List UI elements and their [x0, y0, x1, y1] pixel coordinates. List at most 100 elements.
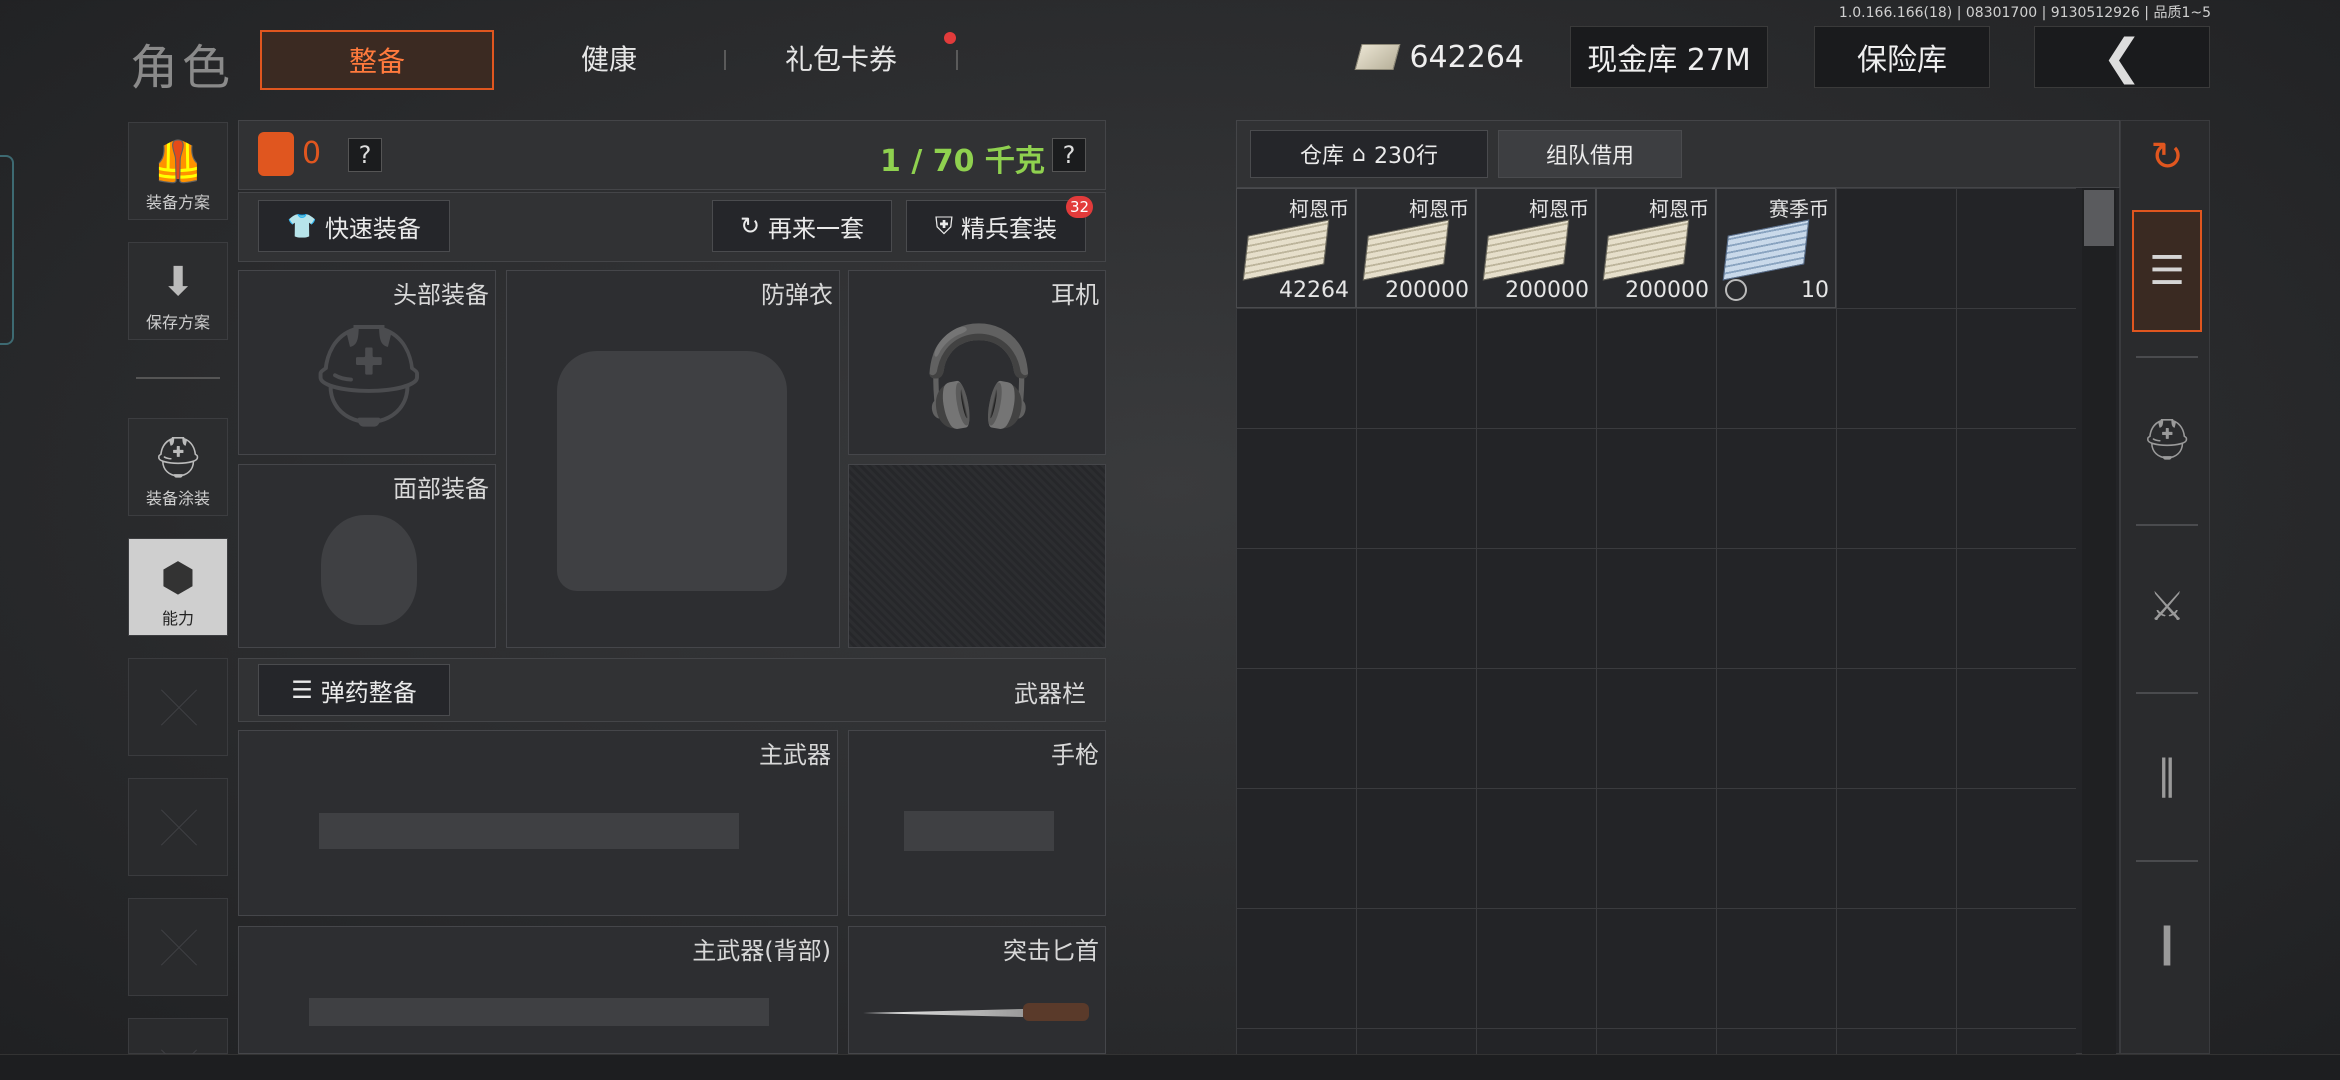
home-icon: ⌂: [1352, 141, 1366, 167]
item-name: 柯恩币: [1649, 197, 1709, 221]
item-count: 42264: [1279, 278, 1349, 303]
back-button[interactable]: ❮: [2034, 26, 2210, 88]
repeat-set-label: 再来一套: [768, 214, 865, 243]
sidebar-empty-slot[interactable]: [128, 778, 228, 876]
slot-primary-weapon[interactable]: 主武器: [238, 730, 838, 916]
ammo-button-label: 弹药整备: [320, 678, 417, 707]
refresh-icon: ↻: [739, 212, 761, 240]
shirt-icon: 👕: [287, 212, 317, 240]
warehouse-item[interactable]: 柯恩币 200000: [1596, 188, 1716, 308]
ammo-list-icon: ☰: [291, 676, 313, 704]
version-text: 1.0.166.166(18) | 08301700 | 9130512926 …: [1838, 5, 2211, 21]
item-count: 200000: [1385, 278, 1469, 303]
tab-divider: [956, 50, 958, 70]
cash-icon: [1354, 44, 1401, 70]
warehouse-item[interactable]: 柯恩币 200000: [1356, 188, 1476, 308]
sidebar-empty-slot[interactable]: [128, 1018, 228, 1054]
slot-label: 面部装备: [393, 475, 489, 503]
item-count: 200000: [1505, 278, 1589, 303]
tab-equip[interactable]: 整备: [260, 30, 494, 90]
warehouse-item[interactable]: 柯恩币 42264: [1236, 188, 1356, 308]
cash-stack-icon: [1482, 219, 1570, 281]
slot-label: 耳机: [1051, 281, 1099, 309]
slot-pistol[interactable]: 手枪: [848, 730, 1106, 916]
rail-divider: [2136, 356, 2198, 358]
weight-readout: 1 / 70 千克: [880, 144, 1045, 179]
tab-health[interactable]: 健康: [494, 30, 724, 90]
sidebar-item-skins[interactable]: ⛑ 装备涂装: [128, 418, 228, 516]
sidebar-item-loadout[interactable]: 🦺 装备方案: [128, 122, 228, 220]
sidebar-divider: [136, 377, 220, 379]
sort-stack-icon[interactable]: ↻: [2132, 96, 2202, 218]
cash-stack-icon: [1602, 219, 1690, 281]
warehouse-item[interactable]: 柯恩币 200000: [1476, 188, 1596, 308]
ammo-filter-icon[interactable]: ❙: [2132, 882, 2202, 1004]
cash-vault-button[interactable]: 现金库 27M: [1570, 26, 1768, 88]
tab-gift-coupons[interactable]: 礼包卡券: [726, 30, 956, 90]
rifle-silhouette-icon: [319, 771, 739, 891]
warehouse-scroll-thumb[interactable]: [2084, 190, 2114, 246]
sidebar-empty-slot[interactable]: [128, 898, 228, 996]
team-borrow-tab[interactable]: 组队借用: [1498, 130, 1682, 178]
slot-label: 突击匕首: [1003, 937, 1099, 965]
armor-filter-icon[interactable]: ⛑: [2132, 378, 2202, 500]
repeat-set-button[interactable]: ↻ 再来一套: [712, 200, 892, 252]
slot-primary-back[interactable]: 主武器(背部): [238, 926, 838, 1054]
warehouse-item[interactable]: 赛季币 10: [1716, 188, 1836, 308]
armor-count: 0: [302, 136, 322, 171]
item-count: 200000: [1625, 278, 1709, 303]
rifle-filter-icon[interactable]: ⚔: [2132, 546, 2202, 668]
rifle-back-silhouette-icon: [309, 977, 769, 1047]
rail-divider: [2136, 524, 2198, 526]
item-count: 10: [1801, 278, 1829, 303]
lightning-hexagon-icon: ⬢: [160, 555, 196, 601]
slot-headset[interactable]: 🎧 耳机: [848, 270, 1106, 455]
sidebar-item-label: 保存方案: [145, 313, 210, 332]
warehouse-label: 仓库: [1300, 144, 1345, 169]
left-edge-tab[interactable]: [0, 155, 14, 345]
slot-label: 头部装备: [393, 281, 489, 309]
chevron-left-icon: ❮: [2101, 29, 2143, 85]
sidebar-item-label: 装备方案: [145, 193, 210, 212]
ammo-button[interactable]: ☰ 弹药整备: [258, 664, 450, 716]
weight-help-button[interactable]: ?: [1052, 138, 1086, 172]
slot-label: 主武器(背部): [692, 937, 831, 965]
season-badge-icon: [1725, 279, 1747, 301]
gasmask-silhouette-icon: [299, 505, 439, 635]
weapon-bar-label: 武器栏: [1014, 680, 1086, 708]
cash-vault-label: 现金库 27M: [1587, 43, 1751, 78]
download-icon: ⬇: [161, 259, 195, 305]
sidebar-empty-slot[interactable]: [128, 658, 228, 756]
slot-knife[interactable]: 突击匕首: [848, 926, 1106, 1054]
warehouse-grid[interactable]: [1236, 188, 2076, 1054]
help-button[interactable]: ?: [348, 138, 382, 172]
currency-display: 642264: [1354, 26, 1524, 88]
layers-icon[interactable]: ☰: [2132, 210, 2202, 332]
season-coin-stack-icon: [1722, 219, 1810, 281]
slot-face[interactable]: 面部装备: [238, 464, 496, 648]
warehouse-tab[interactable]: 仓库 ⌂ 230行: [1250, 130, 1488, 178]
quick-equip-label: 快速装备: [324, 214, 421, 243]
safe-button[interactable]: 保险库: [1814, 26, 1990, 88]
elite-set-button[interactable]: ⛨ 精兵套装: [906, 200, 1086, 252]
quick-equip-button[interactable]: 👕 快速装备: [258, 200, 450, 252]
slot-head[interactable]: ⛑ 头部装备: [238, 270, 496, 455]
slot-locked: [848, 464, 1106, 648]
sidebar-item-save[interactable]: ⬇ 保存方案: [128, 242, 228, 340]
elite-set-label: 精兵套装: [961, 214, 1057, 243]
warehouse-scrollbar[interactable]: [2082, 188, 2116, 1054]
page-title: 角色: [130, 40, 235, 96]
sidebar-item-ability[interactable]: ⬢ 能力: [128, 538, 228, 636]
cash-stack-icon: [1362, 219, 1450, 281]
slot-label: 防弹衣: [761, 281, 833, 309]
item-name: 柯恩币: [1529, 197, 1589, 221]
bottom-strip: [0, 1054, 2340, 1080]
rail-divider: [2136, 692, 2198, 694]
magazine-filter-icon[interactable]: ‖: [2132, 714, 2202, 836]
slot-label: 手枪: [1051, 741, 1099, 769]
warehouse-rows: 230行: [1373, 144, 1438, 169]
slot-armor[interactable]: 防弹衣: [506, 270, 840, 648]
currency-value: 642264: [1409, 39, 1524, 75]
armor-icon: [258, 132, 294, 176]
item-name: 柯恩币: [1409, 197, 1469, 221]
